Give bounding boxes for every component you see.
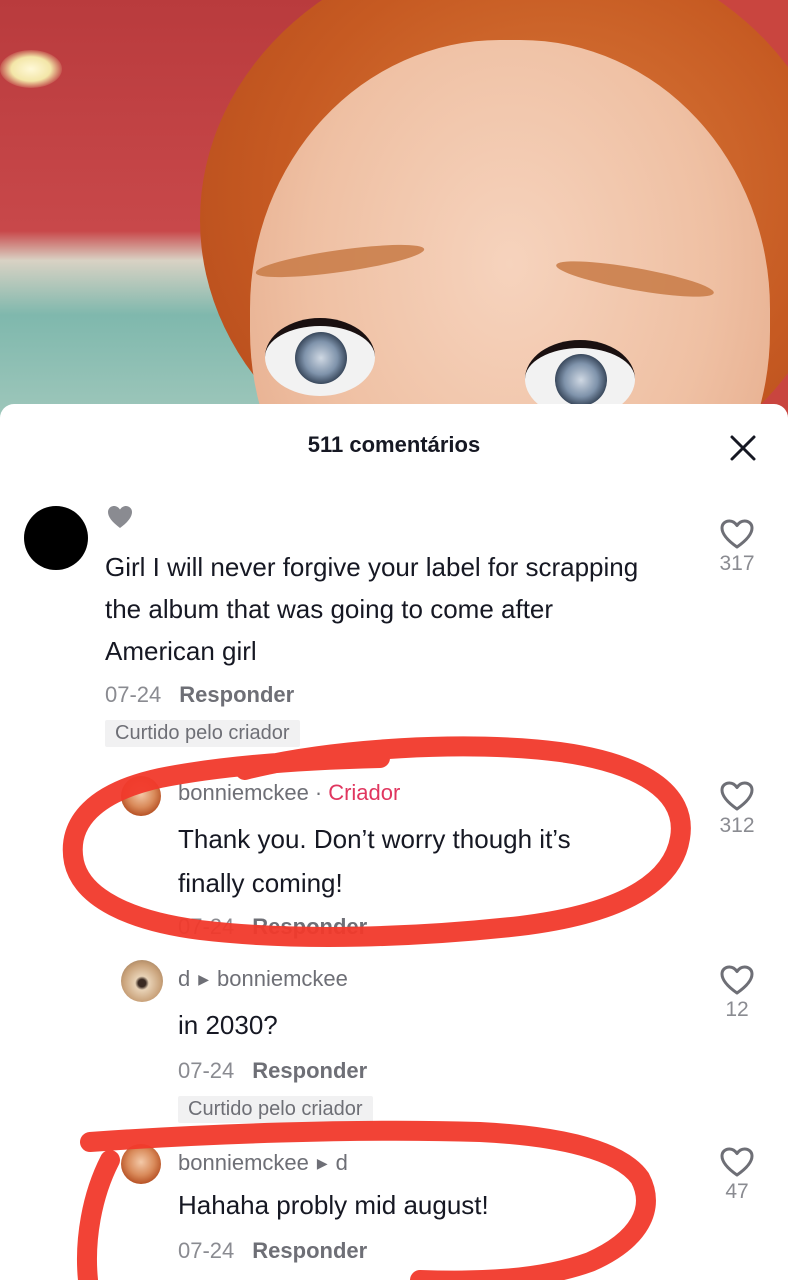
triangle-right-icon: ▶ xyxy=(316,1155,328,1171)
comment-author: bonniemckee ▶ d xyxy=(178,1150,348,1176)
left-eye xyxy=(265,318,375,396)
author-name[interactable]: d xyxy=(178,966,190,991)
comment-text-line-1: Thank you. Don’t worry though it’s xyxy=(178,824,571,854)
avatar[interactable] xyxy=(121,776,161,816)
comment-meta: 07-24 Responder xyxy=(178,1058,367,1084)
comment-text: in 2030? xyxy=(178,1010,278,1040)
heart-outline-icon[interactable] xyxy=(719,964,755,996)
comment-text-line-2: finally coming! xyxy=(178,868,343,898)
triangle-right-icon: ▶ xyxy=(198,971,210,987)
heart-outline-icon[interactable] xyxy=(719,518,755,550)
like-count: 317 xyxy=(719,552,755,575)
comment-date: 07-24 xyxy=(178,1238,235,1263)
like-control[interactable]: 317 xyxy=(706,518,768,576)
like-control[interactable]: 47 xyxy=(706,1146,768,1204)
avatar[interactable] xyxy=(24,506,88,570)
close-icon xyxy=(730,435,756,461)
comment-text: Girl I will never forgive your label for… xyxy=(105,552,639,666)
avatar[interactable] xyxy=(121,960,163,1002)
comment-date: 07-24 xyxy=(178,914,235,939)
like-count: 12 xyxy=(725,998,749,1021)
comment-meta: 07-24 Responder xyxy=(105,682,294,708)
comment-text: Hahaha probly mid august! xyxy=(178,1190,489,1220)
comment-date: 07-24 xyxy=(178,1058,235,1083)
reply-button[interactable]: Responder xyxy=(252,1238,367,1263)
heart-filled-icon xyxy=(108,506,132,528)
comments-sheet: 511 comentários Girl I will never forgiv… xyxy=(0,404,788,1280)
creator-badge: Criador xyxy=(328,780,401,805)
video-background[interactable] xyxy=(0,0,788,420)
liked-by-creator-badge: Curtido pelo criador xyxy=(178,1096,373,1123)
reply-to-name[interactable]: d xyxy=(336,1150,348,1175)
reply-button[interactable]: Responder xyxy=(179,682,294,707)
ceiling-light xyxy=(0,50,62,88)
heart-outline-icon[interactable] xyxy=(719,1146,755,1178)
close-button[interactable] xyxy=(723,428,763,468)
comment-meta: 07-24 Responder xyxy=(178,914,367,940)
like-count: 47 xyxy=(725,1180,749,1203)
reply-to-name[interactable]: bonniemckee xyxy=(217,966,348,991)
author-name[interactable]: bonniemckee xyxy=(178,1150,309,1175)
reply-button[interactable]: Responder xyxy=(252,1058,367,1083)
liked-by-creator-badge: Curtido pelo criador xyxy=(105,720,300,747)
heart-outline-icon[interactable] xyxy=(719,780,755,812)
separator-dot: · xyxy=(314,780,323,805)
comment-author: bonniemckee · Criador xyxy=(178,780,400,806)
comment-author: d ▶ bonniemckee xyxy=(178,966,348,992)
comment-meta: 07-24 Responder xyxy=(178,1238,367,1264)
like-control[interactable]: 312 xyxy=(706,780,768,838)
avatar[interactable] xyxy=(121,1144,161,1184)
left-iris xyxy=(295,332,347,384)
like-control[interactable]: 12 xyxy=(706,964,768,1022)
like-count: 312 xyxy=(719,814,755,837)
right-iris xyxy=(555,354,607,406)
author-name[interactable]: bonniemckee xyxy=(178,780,309,805)
comment-date: 07-24 xyxy=(105,682,162,707)
comments-count-title: 511 comentários xyxy=(307,432,481,457)
reply-button[interactable]: Responder xyxy=(252,914,367,939)
